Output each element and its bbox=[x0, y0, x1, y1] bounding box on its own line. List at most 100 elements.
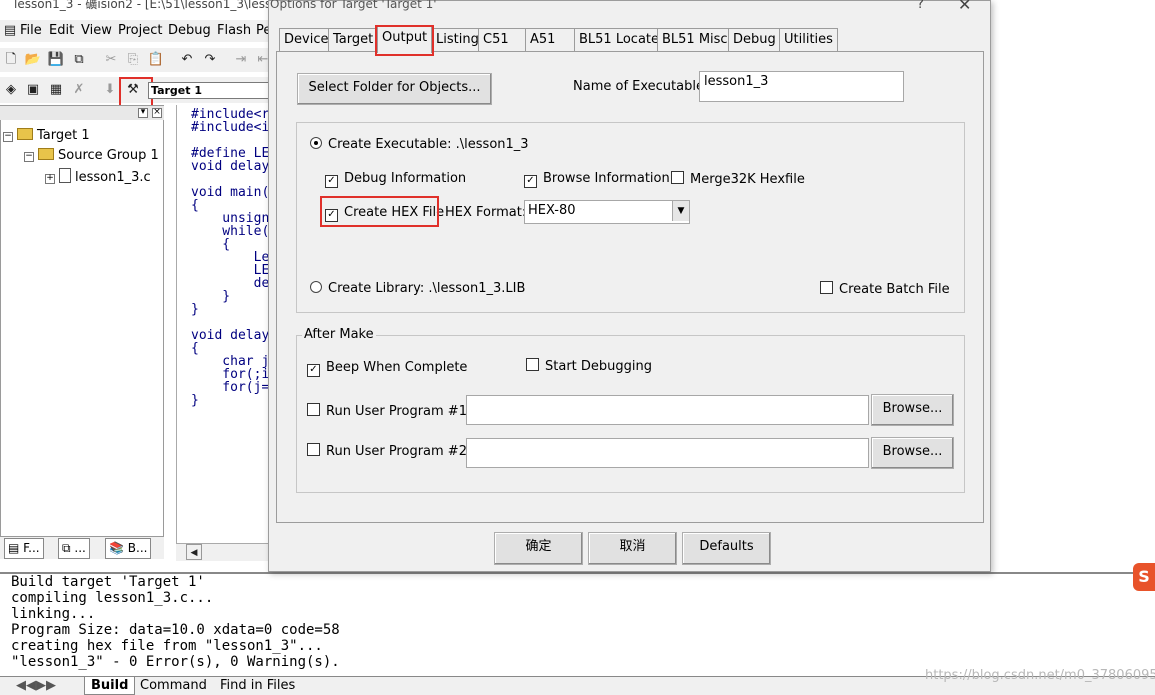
rebuild-icon[interactable]: ▦ bbox=[47, 81, 65, 99]
menu-edit[interactable]: Edit bbox=[49, 23, 74, 38]
output-line: compiling lesson1_3.c... bbox=[11, 590, 214, 606]
tab-target[interactable]: Target bbox=[328, 28, 379, 51]
toolbar-file: 🗋 📂 💾 ⧉ ✂ ⎘ 📋 ↶ ↷ ⇥ ⇤ bbox=[0, 48, 270, 72]
tab-listing[interactable]: Listing bbox=[431, 28, 484, 51]
save-icon[interactable]: 💾 bbox=[47, 51, 65, 69]
indent-icon[interactable]: ⇥ bbox=[232, 51, 250, 69]
files-icon: ▤ bbox=[8, 541, 24, 555]
regs-icon: ⧉ bbox=[62, 541, 75, 555]
tab-utilities[interactable]: Utilities bbox=[779, 28, 838, 51]
close-icon[interactable]: × bbox=[152, 108, 162, 118]
expand-icon[interactable]: + bbox=[45, 174, 55, 184]
menu-file[interactable]: File bbox=[20, 23, 42, 38]
create-executable-radio[interactable]: Create Executable: .\lesson1_3 bbox=[310, 137, 529, 152]
code-line: #include<i bbox=[191, 120, 270, 135]
chevron-down-icon[interactable]: ▾ bbox=[138, 108, 148, 118]
run-user-program-2-checkbox[interactable]: Run User Program #2: bbox=[307, 443, 471, 459]
name-of-executable-label: Name of Executable: bbox=[573, 79, 709, 94]
cancel-button[interactable]: 取消 bbox=[588, 532, 677, 565]
output-line: Build target 'Target 1' bbox=[11, 574, 205, 590]
close-icon[interactable]: ✕ bbox=[958, 0, 971, 13]
debug-information-checkbox[interactable]: ✓ Debug Information bbox=[325, 171, 466, 188]
collapse-icon[interactable]: − bbox=[3, 132, 13, 142]
tab-command[interactable]: Command bbox=[134, 677, 213, 694]
executable-name-input[interactable]: lesson1_3 bbox=[699, 71, 904, 102]
create-batch-file-checkbox[interactable]: Create Batch File bbox=[820, 281, 950, 297]
menu-project[interactable]: Project bbox=[118, 23, 162, 38]
ime-icon[interactable]: S bbox=[1133, 563, 1155, 591]
tab-files[interactable]: ▤ F... bbox=[4, 538, 44, 559]
output-line: "lesson1_3" - 0 Error(s), 0 Warning(s). bbox=[11, 654, 340, 670]
tab-build[interactable]: Build bbox=[84, 677, 136, 695]
after-make-title: After Make bbox=[302, 327, 376, 342]
code-line: } bbox=[191, 393, 199, 408]
help-icon[interactable]: ? bbox=[917, 0, 924, 11]
new-file-icon[interactable]: 🗋 bbox=[2, 51, 20, 69]
output-line: linking... bbox=[11, 606, 96, 622]
tab-regs[interactable]: ⧉ ... bbox=[58, 538, 90, 559]
radio-selected-icon bbox=[310, 137, 322, 149]
stop-build-icon[interactable]: ✗ bbox=[70, 81, 88, 99]
copy-icon[interactable]: ⎘ bbox=[124, 51, 142, 69]
tab-bl51-locate[interactable]: BL51 Locate bbox=[574, 28, 665, 51]
project-panel-header: ▾ × bbox=[0, 106, 164, 120]
tree-source-file[interactable]: + lesson1_3.c bbox=[45, 168, 151, 185]
menu-flash[interactable]: Flash bbox=[217, 23, 251, 38]
code-line: void main( bbox=[191, 185, 270, 200]
build-icon[interactable]: ▣ bbox=[24, 81, 42, 99]
merge32k-hexfile-checkbox[interactable]: Merge32K Hexfile bbox=[671, 171, 805, 187]
output-line: creating hex file from "lesson1_3"... bbox=[11, 638, 323, 654]
tab-scroll-arrows[interactable]: ◀◀▶▶ bbox=[10, 677, 62, 694]
browse-information-checkbox[interactable]: ✓ Browse Information bbox=[524, 171, 670, 188]
watermark: https://blog.csdn.net/m0_37806095 bbox=[925, 668, 1155, 683]
run-user-program-2-input[interactable] bbox=[466, 438, 869, 468]
run-user-program-1-checkbox[interactable]: Run User Program #1: bbox=[307, 403, 471, 419]
browse-button-2[interactable]: Browse... bbox=[871, 437, 954, 469]
highlight-create-hex bbox=[320, 196, 439, 227]
collapse-icon[interactable]: − bbox=[24, 152, 34, 162]
tab-debug[interactable]: Debug bbox=[728, 28, 781, 51]
paste-icon[interactable]: 📋 bbox=[147, 51, 165, 69]
undo-icon[interactable]: ↶ bbox=[178, 51, 196, 69]
tree-source-group[interactable]: − Source Group 1 bbox=[24, 148, 159, 163]
menu-debug[interactable]: Debug bbox=[168, 23, 211, 38]
save-all-icon[interactable]: ⧉ bbox=[70, 51, 88, 69]
select-folder-button[interactable]: Select Folder for Objects... bbox=[297, 73, 492, 105]
folder-icon bbox=[17, 128, 33, 140]
browse-button-1[interactable]: Browse... bbox=[871, 394, 954, 426]
scroll-left-icon[interactable]: ◀ bbox=[186, 544, 202, 560]
books-icon: 📚 bbox=[109, 541, 128, 555]
tab-device[interactable]: Device bbox=[279, 28, 334, 51]
code-line: } bbox=[191, 302, 199, 317]
create-library-radio[interactable]: Create Library: .\lesson1_3.LIB bbox=[310, 281, 525, 296]
chevron-down-icon[interactable]: ▼ bbox=[672, 201, 689, 221]
code-line: void delay bbox=[191, 159, 270, 174]
hex-format-select[interactable]: HEX-80 ▼ bbox=[524, 200, 690, 224]
editor-hscroll[interactable]: ◀ bbox=[176, 543, 276, 561]
redo-icon[interactable]: ↷ bbox=[201, 51, 219, 69]
download-icon[interactable]: ⬇ bbox=[101, 81, 119, 99]
beep-when-complete-checkbox[interactable]: ✓ Beep When Complete bbox=[307, 360, 467, 377]
tab-bl51-misc[interactable]: BL51 Misc bbox=[657, 28, 733, 51]
open-folder-icon[interactable]: 📂 bbox=[24, 51, 42, 69]
tab-books[interactable]: 📚 B... bbox=[105, 538, 152, 559]
highlight-output-tab bbox=[375, 25, 434, 56]
translate-icon[interactable]: ◈ bbox=[2, 81, 20, 99]
folder-icon bbox=[38, 148, 54, 160]
defaults-button[interactable]: Defaults bbox=[682, 532, 771, 565]
ok-button[interactable]: 确定 bbox=[494, 532, 583, 565]
code-line: for(j= bbox=[191, 380, 270, 395]
dialog-title: Options for Target 'Target 1' bbox=[270, 0, 437, 11]
output-line: Program Size: data=10.0 xdata=0 code=58 bbox=[11, 622, 340, 638]
start-debugging-checkbox[interactable]: Start Debugging bbox=[526, 358, 652, 374]
menu-view[interactable]: View bbox=[81, 23, 112, 38]
run-user-program-1-input[interactable] bbox=[466, 395, 869, 425]
hex-format-label: HEX Format: bbox=[445, 205, 527, 220]
cut-icon[interactable]: ✂ bbox=[102, 51, 120, 69]
menu-bar: ▤ File Edit View Project Debug Flash Pe bbox=[0, 20, 271, 42]
target-select[interactable]: Target 1 bbox=[148, 82, 270, 99]
tree-target[interactable]: − Target 1 bbox=[3, 128, 90, 143]
document-icon: ▤ bbox=[3, 23, 17, 38]
c-file-icon bbox=[59, 168, 71, 183]
tab-find-in-files[interactable]: Find in Files bbox=[214, 677, 301, 694]
